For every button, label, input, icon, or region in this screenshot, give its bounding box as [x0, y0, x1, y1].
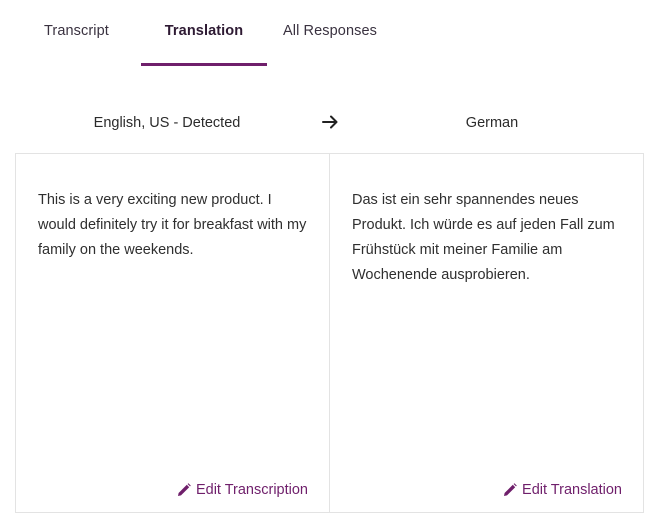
translation-panels: This is a very exciting new product. I w… — [15, 153, 644, 513]
edit-transcription-label: Edit Transcription — [195, 482, 308, 498]
source-text: This is a very exciting new product. I w… — [38, 192, 307, 258]
source-panel: This is a very exciting new product. I w… — [16, 154, 330, 512]
edit-translation-label: Edit Translation — [522, 482, 622, 498]
target-panel: Das ist ein sehr spannendes neues Produk… — [330, 154, 643, 512]
pencil-icon — [177, 483, 191, 496]
tab-all-responses[interactable]: All Responses — [283, 23, 377, 66]
tab-bar: Transcript Translation All Responses — [0, 0, 657, 66]
source-language-label: English, US - Detected — [93, 115, 241, 131]
tab-translation[interactable]: Translation — [141, 23, 267, 66]
language-row: English, US - Detected German — [0, 108, 657, 138]
pencil-icon — [504, 483, 517, 496]
target-language-label: German — [465, 115, 519, 131]
translation-view: Transcript Translation All Responses Eng… — [0, 0, 657, 524]
target-text: Das ist ein sehr spannendes neues Produk… — [352, 192, 615, 283]
edit-translation-button[interactable]: Edit Translation — [503, 482, 622, 498]
tab-transcript[interactable]: Transcript — [44, 23, 109, 66]
edit-transcription-button[interactable]: Edit Transcription — [177, 482, 308, 498]
